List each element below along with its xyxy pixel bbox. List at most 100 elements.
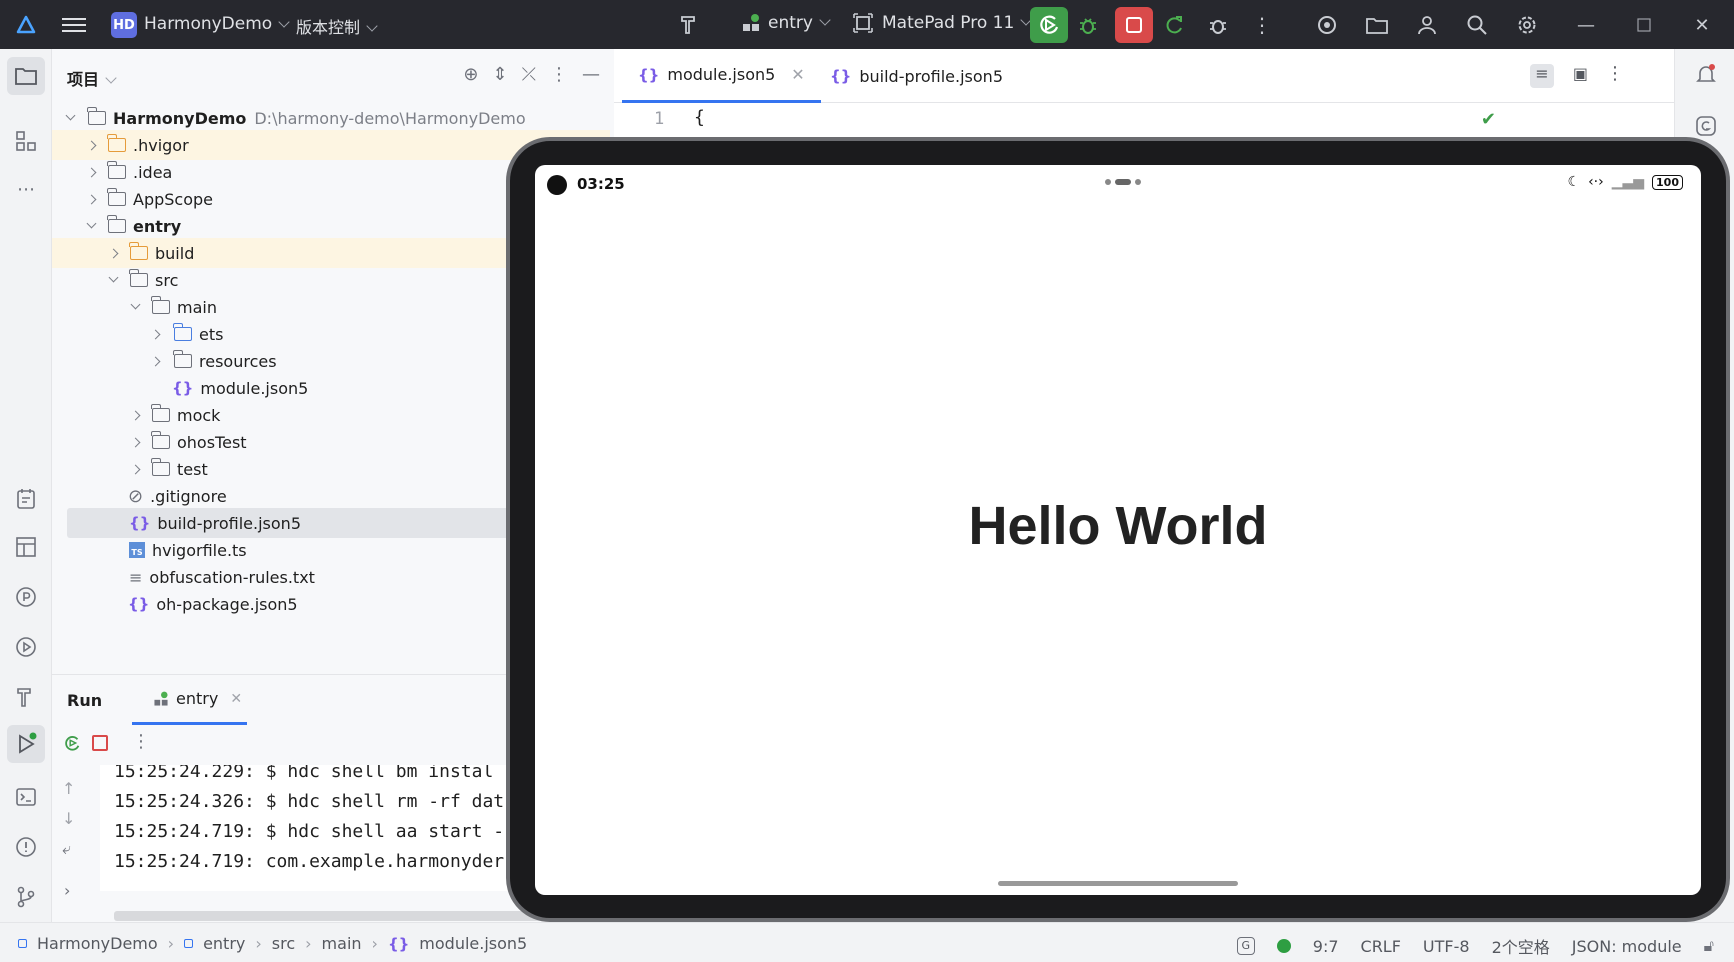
panel-options-icon[interactable]: ⋮	[550, 64, 568, 85]
tab-module-json5[interactable]: {} module.json5 ✕	[622, 49, 821, 103]
file-type[interactable]: JSON: module	[1572, 937, 1682, 956]
run-config-label: entry	[768, 13, 813, 33]
apply-changes-icon[interactable]	[1160, 11, 1188, 39]
search-icon[interactable]	[1463, 11, 1491, 39]
home-indicator[interactable]	[998, 881, 1238, 886]
tree-item-label: .idea	[133, 162, 173, 182]
minimize-window-icon[interactable]: —	[1572, 11, 1600, 39]
project-view-selector[interactable]: 项目	[67, 66, 117, 90]
hide-panel-icon[interactable]: —	[582, 64, 600, 85]
breadcrumb-item[interactable]: module.json5	[419, 934, 527, 953]
root-name: HarmonyDemo	[113, 108, 247, 128]
more-tools-icon[interactable]: ⋯	[12, 175, 40, 203]
run-tool-icon[interactable]	[7, 725, 45, 763]
project-structure-icon[interactable]	[1363, 11, 1391, 39]
close-tab-icon[interactable]: ✕	[230, 691, 242, 707]
reader-mode-icon[interactable]: ≡	[1530, 64, 1554, 88]
scroll-up-icon[interactable]: ↑	[62, 779, 75, 798]
no-problems-check-icon[interactable]: ✔	[1481, 109, 1496, 130]
expand-all-icon[interactable]: ⇕	[493, 64, 508, 85]
scroll-down-icon[interactable]: ↓	[62, 809, 75, 828]
todo-icon[interactable]	[12, 485, 40, 513]
network-arrows-icon: ‹·›	[1588, 174, 1604, 190]
locate-file-icon[interactable]: ⊕	[463, 64, 478, 85]
tab-label: build-profile.json5	[859, 66, 1003, 86]
attach-debugger-icon[interactable]	[1204, 11, 1232, 39]
folder-icon	[129, 242, 148, 260]
debug-icon[interactable]	[1074, 11, 1102, 39]
folder-icon	[107, 188, 126, 206]
caret-position[interactable]: 9:7	[1313, 937, 1339, 956]
build-hammer-icon[interactable]	[676, 11, 704, 39]
breadcrumb-item[interactable]: entry	[203, 934, 245, 953]
run-tab-entry[interactable]: entry ✕	[132, 675, 247, 725]
main-menu-icon[interactable]	[62, 14, 86, 36]
tree-item-label: ets	[199, 324, 224, 344]
ai-assistant-icon[interactable]: G	[1236, 937, 1255, 955]
chevron-down-icon	[105, 72, 117, 84]
stop-button[interactable]	[1115, 7, 1153, 43]
tree-item-label: test	[177, 459, 208, 479]
multiwindow-indicator[interactable]	[1105, 179, 1141, 185]
device-manager-icon[interactable]	[1313, 11, 1341, 39]
vcs-label: 版本控制	[296, 18, 361, 37]
chevron-right-icon[interactable]: ›	[64, 881, 70, 900]
version-control-icon[interactable]	[12, 883, 40, 911]
project-switcher[interactable]: HarmonyDemo	[144, 14, 290, 34]
tree-item-root[interactable]: HarmonyDemo D:\harmony-demo\HarmonyDemo	[52, 103, 610, 133]
more-actions-icon[interactable]: ⋮	[132, 731, 150, 752]
layout-icon[interactable]	[12, 533, 40, 561]
maximize-window-icon[interactable]	[1630, 11, 1658, 39]
structure-icon[interactable]	[12, 127, 40, 155]
terminal-icon[interactable]	[12, 783, 40, 811]
more-actions-icon[interactable]: ⋮	[1248, 11, 1276, 39]
chevron-down-icon	[819, 14, 831, 26]
ai-assistant-icon[interactable]	[1695, 115, 1717, 141]
device-selector[interactable]: MatePad Pro 11	[852, 12, 1032, 34]
close-window-icon[interactable]: ✕	[1688, 11, 1716, 39]
breadcrumb-item[interactable]: src	[272, 934, 295, 953]
connection-status-icon[interactable]	[1276, 939, 1291, 953]
tree-item-label: build	[155, 243, 195, 263]
account-icon[interactable]	[1413, 11, 1441, 39]
chevron-right-icon	[108, 248, 119, 258]
indent-setting[interactable]: 2个空格	[1492, 934, 1550, 958]
line-separator[interactable]: CRLF	[1361, 937, 1401, 956]
module-icon	[154, 691, 168, 706]
status-bar: HarmonyDemo › entry › src › main › {} mo…	[0, 922, 1734, 962]
device-screen[interactable]: 03:25 ☾ ‹·› ▁▃▅ 100 Hello World	[535, 165, 1701, 895]
soft-wrap-icon[interactable]: ⤶	[62, 839, 71, 859]
build-icon[interactable]	[12, 683, 40, 711]
vcs-menu[interactable]: 版本控制	[296, 14, 378, 38]
stop-icon	[1126, 17, 1142, 33]
breadcrumb-item[interactable]: HarmonyDemo	[37, 934, 158, 953]
rerun-icon[interactable]	[62, 733, 82, 757]
line-number: 1	[654, 109, 665, 129]
lock-icon[interactable]: 🔓︎	[1704, 936, 1714, 956]
rerun-button[interactable]	[1030, 7, 1068, 43]
problems-icon[interactable]	[12, 833, 40, 861]
preview-icon[interactable]: ▣	[1573, 64, 1588, 83]
tab-build-profile[interactable]: {} build-profile.json5	[814, 49, 1019, 103]
services-icon[interactable]	[12, 633, 40, 661]
close-tab-icon[interactable]: ✕	[791, 65, 804, 84]
chevron-right-icon	[86, 167, 97, 177]
chevron-right-icon: ›	[371, 934, 378, 953]
device-time: 03:25	[577, 175, 625, 193]
folder-icon	[107, 161, 126, 179]
code-line[interactable]: {	[694, 107, 705, 128]
stop-icon[interactable]	[92, 735, 108, 751]
folder-icon	[151, 458, 170, 476]
run-config-selector[interactable]: entry	[740, 12, 831, 34]
notifications-bell-icon[interactable]	[1695, 63, 1717, 89]
project-folder-icon[interactable]	[7, 57, 45, 95]
profiler-icon[interactable]	[12, 583, 40, 611]
device-emulator: 03:25 ☾ ‹·› ▁▃▅ 100 Hello World	[506, 137, 1730, 922]
breadcrumb-item[interactable]: main	[322, 934, 362, 953]
project-badge[interactable]: HD	[111, 12, 137, 38]
collapse-all-icon[interactable]: ⤫	[522, 64, 536, 85]
settings-gear-icon[interactable]	[1513, 11, 1541, 39]
tab-label: module.json5	[667, 65, 776, 84]
editor-options-icon[interactable]: ⋮	[1606, 63, 1624, 84]
file-encoding[interactable]: UTF-8	[1423, 937, 1470, 956]
